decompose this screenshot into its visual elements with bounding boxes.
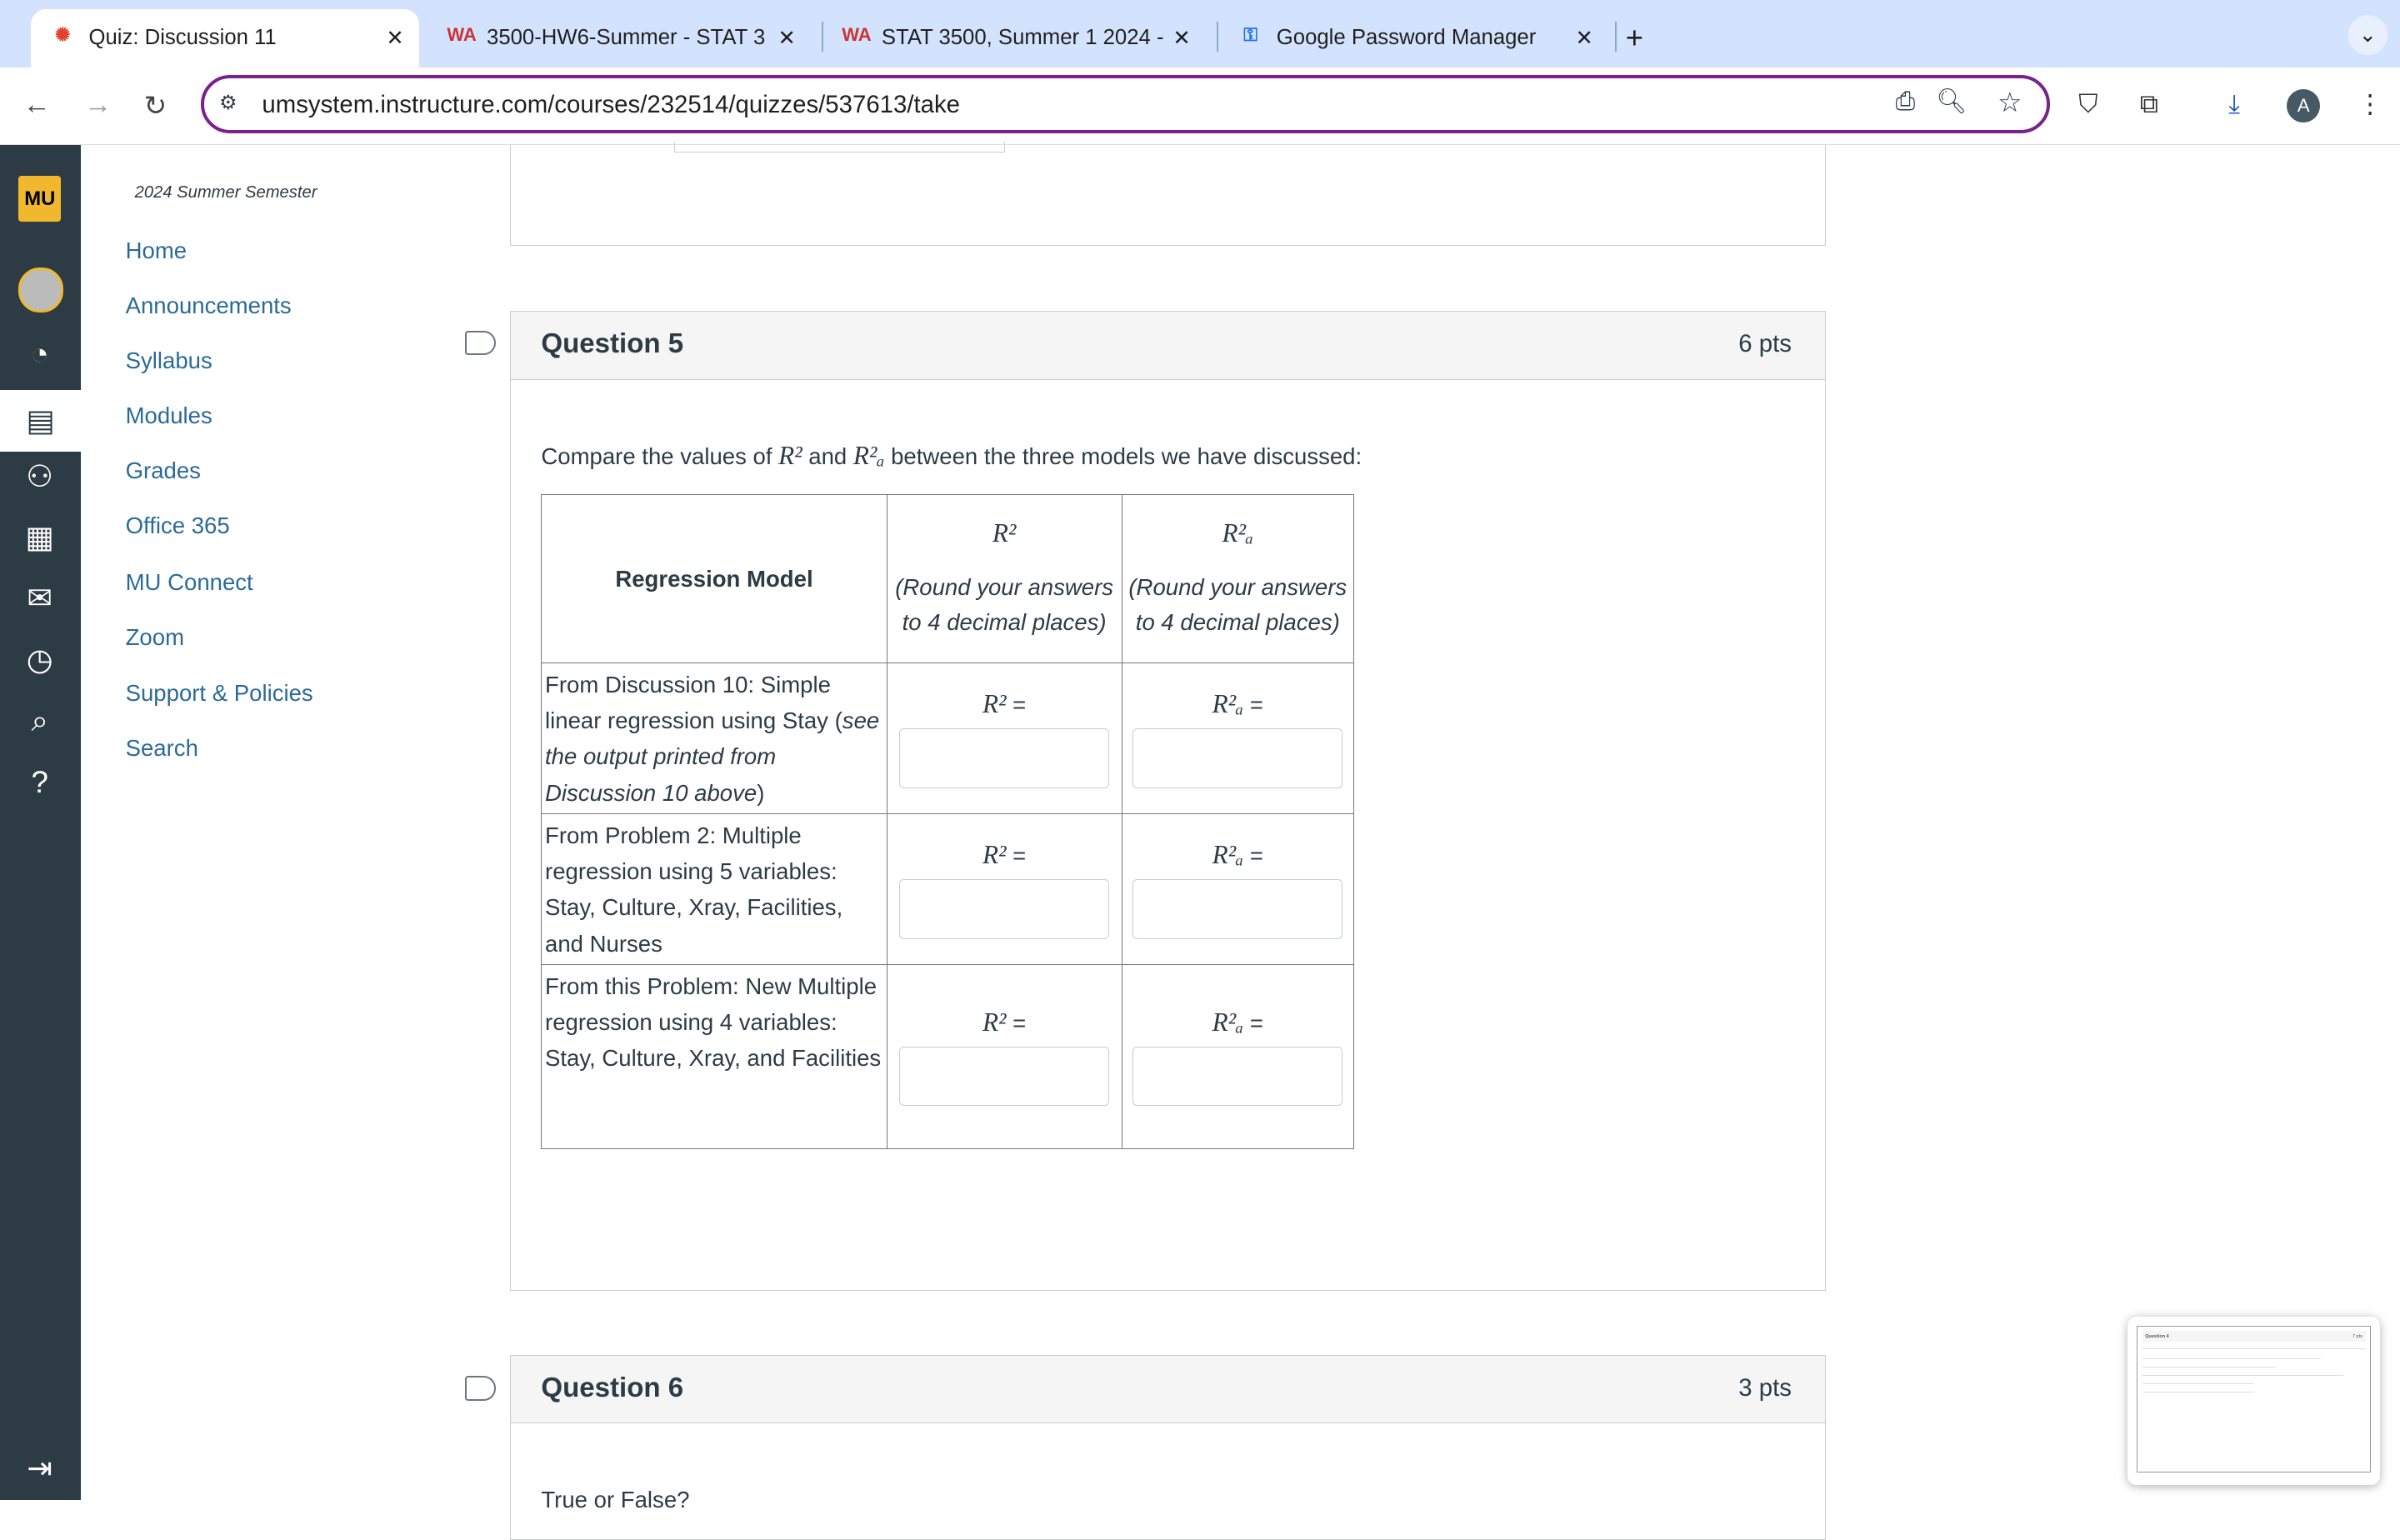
collapse-nav-icon[interactable]: ⇥ xyxy=(18,1447,61,1489)
nav-zoom[interactable]: Zoom xyxy=(126,624,184,651)
nav-office365[interactable]: Office 365 xyxy=(126,512,230,539)
forward-icon[interactable]: → xyxy=(84,89,112,121)
menu-icon[interactable]: ⋮ xyxy=(2358,89,2383,119)
r2-input-3[interactable] xyxy=(899,1046,1109,1107)
table-row: From Discussion 10: Simple linear regres… xyxy=(541,662,1354,815)
r2-input-2[interactable] xyxy=(899,879,1109,939)
row-label: From Discussion 10: Simple linear regres… xyxy=(541,662,888,815)
question-points: 6 pts xyxy=(1738,329,1792,358)
tab-strip: ✺ Quiz: Discussion 11 ✕ WA 3500-HW6-Summer … xyxy=(0,0,2400,68)
nav-modules[interactable]: Modules xyxy=(126,402,212,429)
header-ra2: R²ₐ xyxy=(1222,518,1254,548)
help-icon[interactable]: ? xyxy=(18,761,61,803)
flag-question-icon[interactable] xyxy=(465,1376,497,1401)
star-icon[interactable]: ☆ xyxy=(1998,86,2022,119)
nav-syllabus[interactable]: Syllabus xyxy=(126,348,212,374)
header-note: (Round your answers to 4 decimal places) xyxy=(1128,573,1348,635)
search-icon[interactable]: ⌕ xyxy=(18,699,61,742)
close-tab-icon[interactable]: ✕ xyxy=(386,26,404,51)
address-bar[interactable]: ⚙ umsystem.instructure.com/courses/23251… xyxy=(200,74,2051,134)
header-regression-model: Regression Model xyxy=(541,494,888,664)
table-row: From Problem 2: Multiple regression usin… xyxy=(541,813,1354,966)
question-title: Question 5 xyxy=(541,328,684,360)
row-label: From this Problem: New Multiple regressi… xyxy=(541,964,888,1149)
nav-announcements[interactable]: Announcements xyxy=(126,292,292,319)
download-icon[interactable]: ⤓ xyxy=(2228,89,2240,120)
site-settings-icon[interactable]: ⚙ xyxy=(219,91,237,115)
inbox-icon[interactable]: ✉ xyxy=(18,577,61,619)
r2-input-1[interactable] xyxy=(899,728,1109,788)
tab-title: 3500-HW6-Summer - STAT 3 xyxy=(487,26,766,50)
canvas-icon: ✺ xyxy=(55,24,71,46)
groups-icon[interactable]: ⚇ xyxy=(18,455,61,498)
close-tab-icon[interactable]: ✕ xyxy=(778,26,797,51)
global-nav: MU ◔ ▤ ⚇ ▦ ✉ ◷ ⌕ ? ⇥ xyxy=(0,145,82,1500)
tab-title: Quiz: Discussion 11 xyxy=(88,26,277,50)
reload-icon[interactable]: ↻ xyxy=(144,89,168,122)
browser-toolbar: ← → ↻ ⚙ umsystem.instructure.com/courses… xyxy=(0,67,2400,145)
dashboard-icon[interactable]: ◔ xyxy=(18,332,61,375)
row-label: From Problem 2: Multiple regression usin… xyxy=(541,813,888,966)
flag-question-icon[interactable] xyxy=(465,330,497,356)
webassign-icon: WA xyxy=(842,24,872,46)
extensions-icon[interactable]: ⧉ xyxy=(2140,89,2158,120)
nav-mu-connect[interactable]: MU Connect xyxy=(126,569,253,596)
shield-icon[interactable]: ⛉ xyxy=(2078,89,2098,120)
key-icon: ⚿ xyxy=(1243,24,1258,46)
tab-title: Google Password Manager xyxy=(1276,26,1537,50)
question-text: Compare the values of R² and R²ₐ between… xyxy=(541,441,1362,471)
tab-title: STAT 3500, Summer 1 2024 - xyxy=(881,26,1164,50)
close-tab-icon[interactable]: ✕ xyxy=(1172,26,1191,51)
tab-search-button[interactable]: ⌄ xyxy=(2348,15,2388,56)
tab-passwords[interactable]: ⚿ Google Password Manager ✕ xyxy=(1218,9,1608,68)
history-icon[interactable]: ◷ xyxy=(18,638,61,681)
question-5: Question 5 6 pts Compare the values of R²… xyxy=(509,310,1827,1291)
question-6: Question 6 3 pts True or False? xyxy=(509,1354,1827,1540)
tab-hw6[interactable]: WA 3500-HW6-Summer - STAT 3 ✕ xyxy=(428,9,811,68)
mu-logo[interactable]: MU xyxy=(18,176,62,222)
header-note: (Round your answers to 4 decimal places) xyxy=(895,573,1114,635)
ra2-input-3[interactable] xyxy=(1132,1046,1343,1107)
nav-home[interactable]: Home xyxy=(126,238,187,264)
question-text: True or False? xyxy=(541,1487,690,1513)
table-row: From this Problem: New Multiple regressi… xyxy=(541,964,1354,1149)
question-4-bottom xyxy=(509,142,1827,246)
question-points: 3 pts xyxy=(1738,1373,1792,1402)
tab-stat[interactable]: WA STAT 3500, Summer 1 2024 - ✕ xyxy=(823,9,1206,68)
new-tab-button[interactable]: + xyxy=(1626,9,1643,68)
zoom-icon[interactable]: 🔍︎ xyxy=(1936,88,1967,116)
header-r2: R² xyxy=(992,518,1017,548)
install-icon[interactable]: ⎙ xyxy=(1896,88,1916,116)
url-text: umsystem.instructure.com/courses/232514/… xyxy=(262,90,961,118)
ra2-input-1[interactable] xyxy=(1132,728,1343,788)
screenshot-thumbnail[interactable]: Question 47 pts xyxy=(2128,1316,2381,1485)
answer-table: Regression Model R² (Round your answers t… xyxy=(541,494,1354,1149)
courses-icon[interactable]: ▤ xyxy=(0,390,82,452)
calendar-icon[interactable]: ▦ xyxy=(18,516,61,558)
nav-search[interactable]: Search xyxy=(126,735,198,762)
profile-avatar[interactable]: A xyxy=(2287,88,2321,122)
nav-grades[interactable]: Grades xyxy=(126,458,201,484)
question-title: Question 6 xyxy=(541,1372,684,1403)
semester-label: 2024 Summer Semester xyxy=(134,183,318,202)
close-tab-icon[interactable]: ✕ xyxy=(1575,26,1593,51)
back-icon[interactable]: ← xyxy=(23,89,51,121)
ra2-input-2[interactable] xyxy=(1132,879,1343,939)
nav-support[interactable]: Support & Policies xyxy=(126,680,313,707)
account-avatar[interactable] xyxy=(18,268,63,313)
webassign-icon: WA xyxy=(447,24,477,46)
tab-quiz[interactable]: ✺ Quiz: Discussion 11 ✕ xyxy=(30,9,420,68)
